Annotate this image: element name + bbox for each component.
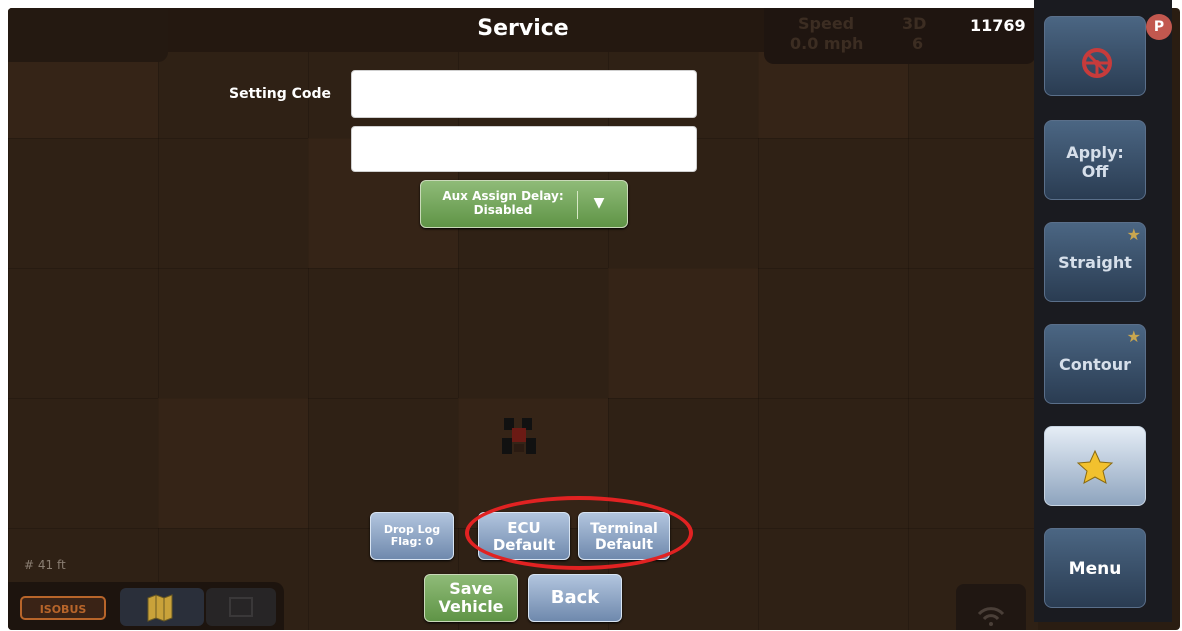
dropdown-divider [577,191,578,219]
steering-wheel-icon [1082,48,1112,78]
map-scale: # 41 ft [24,558,66,572]
notification-badge: P [1146,14,1172,40]
map-tile [608,268,758,398]
gps-satellite-count: 6 [912,34,924,53]
map-scale-value: 41 ft [37,558,66,572]
save-vehicle-label-line2: Vehicle [438,597,504,616]
setting-code-label: Setting Code [229,86,332,102]
speed-value: 0.0 mph [790,34,864,53]
map-view-button[interactable] [120,588,204,626]
wifi-status[interactable] [956,584,1026,630]
second-code-input[interactable] [351,126,697,172]
map-icon [147,594,173,622]
menu-button[interactable]: Menu [1044,528,1146,608]
apply-label: Apply: [1066,143,1124,162]
terminal-screen: Service Speed 0.0 mph 3D 6 11769 Setting… [8,8,1180,630]
save-vehicle-button[interactable]: Save Vehicle [424,574,518,622]
favorites-button[interactable] [1044,426,1146,506]
wifi-icon [977,607,1005,626]
auto-steer-button[interactable] [1044,16,1146,96]
highlight-ellipse [465,496,693,570]
layer-button[interactable] [206,588,276,626]
drop-log-flag-count: Flag: 0 [390,535,434,548]
star-icon [1076,449,1114,484]
counter-readout: 11769 [970,16,1026,35]
aux-assign-delay-dropdown[interactable]: Aux Assign Delay: Disabled ▼ [420,180,628,228]
setting-code-input[interactable] [351,70,697,118]
map-tile [158,398,308,528]
top-left-panel [8,8,168,62]
aux-assign-delay-label: Aux Assign Delay: [442,189,564,203]
save-vehicle-label-line1: Save [449,579,493,598]
contour-guidance-button[interactable]: Contour ★ [1044,324,1146,404]
page-title: Service [477,16,569,41]
contour-label: Contour [1058,355,1132,374]
straight-label: Straight [1058,253,1132,272]
layers-icon [229,597,253,617]
isobus-button[interactable]: ISOBUS [20,596,106,620]
triangle-down-icon: ▼ [593,195,605,211]
straight-guidance-button[interactable]: Straight ★ [1044,222,1146,302]
speed-label: Speed [798,14,855,33]
back-button[interactable]: Back [528,574,622,622]
drop-log-flag-button[interactable]: Drop Log Flag: 0 [370,512,454,560]
gps-mode: 3D [902,14,927,33]
tractor-icon [502,418,536,454]
star-icon: ★ [1126,327,1141,346]
apply-toggle-button[interactable]: Apply: Off [1044,120,1146,200]
apply-state: Off [1081,162,1109,181]
aux-assign-delay-value: Disabled [473,203,533,217]
grid-icon: # [24,558,35,572]
star-icon: ★ [1126,225,1141,244]
